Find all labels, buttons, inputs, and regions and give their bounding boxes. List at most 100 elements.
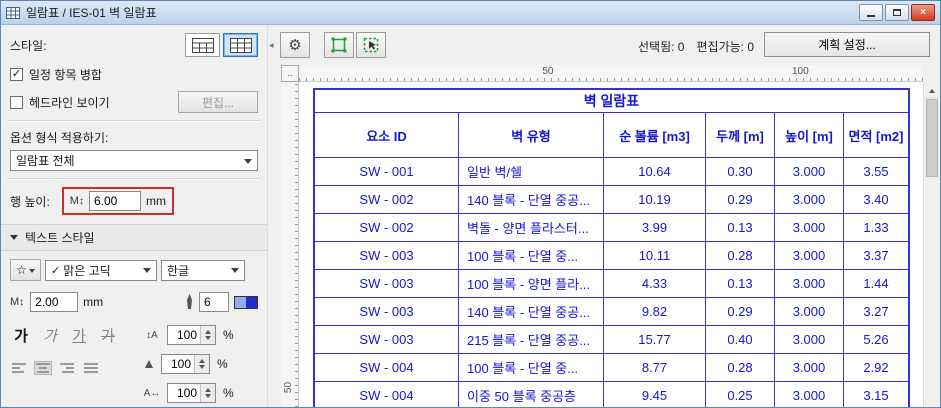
- schedule-canvas[interactable]: 벽 일람표 요소 ID 벽 유형 순 볼륨 [m3] 두께 [m] 높이 [m]…: [299, 82, 923, 407]
- table-cell-element-id[interactable]: SW - 002: [315, 186, 459, 214]
- table-cell-net-volume[interactable]: 4.33: [604, 270, 706, 298]
- table-cell-element-id[interactable]: SW - 004: [315, 354, 459, 382]
- table-cell-net-volume[interactable]: 8.77: [604, 354, 706, 382]
- bold-toggle[interactable]: 가: [10, 325, 32, 346]
- table-cell-height[interactable]: 3.000: [775, 326, 844, 354]
- table-cell-net-volume[interactable]: 10.11: [604, 242, 706, 270]
- minimize-button[interactable]: [859, 4, 883, 21]
- table-cell-height[interactable]: 3.000: [775, 298, 844, 326]
- table-cell-thickness[interactable]: 0.13: [706, 214, 775, 242]
- table-cell-element-id[interactable]: SW - 004: [315, 382, 459, 407]
- maximize-button[interactable]: [885, 4, 909, 21]
- text-style-section-header[interactable]: 텍스트 스타일: [1, 224, 267, 251]
- table-cell-element-id[interactable]: SW - 003: [315, 270, 459, 298]
- align-left-button[interactable]: [10, 361, 28, 375]
- table-cell-thickness[interactable]: 0.25: [706, 382, 775, 407]
- table-cell-thickness[interactable]: 0.29: [706, 298, 775, 326]
- table-cell-element-id[interactable]: SW - 002: [315, 214, 459, 242]
- table-cell-net-volume[interactable]: 10.19: [604, 186, 706, 214]
- settings-gear-button[interactable]: ⚙: [280, 32, 310, 58]
- table-cell-height[interactable]: 3.000: [775, 382, 844, 407]
- column-header-height[interactable]: 높이 [m]: [775, 113, 844, 158]
- table-cell-net-volume[interactable]: 3.99: [604, 214, 706, 242]
- select-elements-button[interactable]: [324, 32, 354, 58]
- font-size-input[interactable]: [30, 292, 79, 312]
- table-cell-wall-type[interactable]: 215 블록 - 단열 중공...: [459, 326, 604, 354]
- plan-settings-button[interactable]: 계획 설정...: [764, 32, 930, 57]
- table-cell-height[interactable]: 3.000: [775, 354, 844, 382]
- script-select[interactable]: 한글: [161, 259, 245, 281]
- merge-uniform-checkbox[interactable]: ✓ 일정 항목 병합: [10, 66, 258, 83]
- table-cell-height[interactable]: 3.000: [775, 242, 844, 270]
- table-cell-area[interactable]: 5.26: [844, 326, 908, 354]
- row-height-input[interactable]: [88, 191, 141, 211]
- table-cell-area[interactable]: 3.15: [844, 382, 908, 407]
- table-cell-area[interactable]: 1.44: [844, 270, 908, 298]
- column-header-wall-type[interactable]: 벽 유형: [459, 113, 604, 158]
- column-header-thickness[interactable]: 두께 [m]: [706, 113, 775, 158]
- font-select[interactable]: ✓ 맑은 고딕: [45, 259, 157, 281]
- vertical-scrollbar[interactable]: [923, 82, 940, 407]
- titlebar[interactable]: 일람표 / IES-01 벽 일람표 ×: [1, 1, 940, 25]
- spin-down-icon[interactable]: [195, 364, 209, 373]
- table-cell-wall-type[interactable]: 140 블록 - 단열 중공...: [459, 186, 604, 214]
- table-cell-wall-type[interactable]: 100 블록 - 단열 중...: [459, 242, 604, 270]
- italic-toggle[interactable]: 가: [39, 325, 61, 346]
- align-right-button[interactable]: [58, 361, 76, 375]
- table-cell-thickness[interactable]: 0.13: [706, 270, 775, 298]
- style-full-grid-button[interactable]: [223, 33, 258, 57]
- table-cell-net-volume[interactable]: 9.45: [604, 382, 706, 407]
- table-cell-net-volume[interactable]: 10.64: [604, 158, 706, 186]
- table-cell-height[interactable]: 3.000: [775, 158, 844, 186]
- style-merged-grid-button[interactable]: [185, 33, 220, 57]
- table-cell-thickness[interactable]: 0.29: [706, 186, 775, 214]
- table-cell-element-id[interactable]: SW - 003: [315, 242, 459, 270]
- align-center-button[interactable]: [34, 361, 52, 375]
- table-cell-net-volume[interactable]: 15.77: [604, 326, 706, 354]
- table-cell-area[interactable]: 3.37: [844, 242, 908, 270]
- favorite-star-button[interactable]: ☆: [10, 259, 41, 281]
- panel-splitter[interactable]: ◂: [267, 25, 276, 407]
- spin-up-icon[interactable]: [195, 355, 209, 364]
- table-cell-area[interactable]: 3.55: [844, 158, 908, 186]
- table-cell-height[interactable]: 3.000: [775, 186, 844, 214]
- table-cell-height[interactable]: 3.000: [775, 214, 844, 242]
- column-header-net-volume[interactable]: 순 볼륨 [m3]: [604, 113, 706, 158]
- table-cell-wall-type[interactable]: 100 블록 - 단열 중...: [459, 354, 604, 382]
- pen-color-swatch[interactable]: [234, 295, 258, 309]
- scrollbar-thumb[interactable]: [926, 99, 938, 177]
- table-cell-thickness[interactable]: 0.28: [706, 354, 775, 382]
- table-cell-wall-type[interactable]: 벽돌 - 양면 플라스터...: [459, 214, 604, 242]
- align-justify-button[interactable]: [82, 361, 100, 375]
- spin-down-icon[interactable]: [201, 393, 215, 402]
- table-cell-wall-type[interactable]: 이중 50 블록 중공층: [459, 382, 604, 407]
- char-width-input[interactable]: [162, 355, 194, 373]
- table-cell-area[interactable]: 2.92: [844, 354, 908, 382]
- column-header-area[interactable]: 면적 [m2]: [844, 113, 908, 158]
- pen-number-input[interactable]: [199, 292, 229, 312]
- close-button[interactable]: ×: [911, 4, 935, 21]
- table-cell-element-id[interactable]: SW - 001: [315, 158, 459, 186]
- ruler-corner-button[interactable]: ..: [281, 65, 299, 82]
- line-spacing-input[interactable]: [168, 326, 200, 344]
- marquee-select-button[interactable]: [356, 32, 386, 58]
- show-headline-checkbox[interactable]: 헤드라인 보이기: [10, 94, 110, 111]
- spin-up-icon[interactable]: [201, 384, 215, 393]
- apply-format-select[interactable]: 일람표 전체: [10, 150, 258, 171]
- table-cell-wall-type[interactable]: 일반 벽/쉘: [459, 158, 604, 186]
- table-cell-height[interactable]: 3.000: [775, 270, 844, 298]
- table-cell-thickness[interactable]: 0.40: [706, 326, 775, 354]
- scroll-up-button[interactable]: [924, 82, 940, 98]
- column-header-element-id[interactable]: 요소 ID: [315, 113, 459, 158]
- table-cell-thickness[interactable]: 0.28: [706, 242, 775, 270]
- underline-toggle[interactable]: 가: [68, 325, 90, 346]
- table-cell-wall-type[interactable]: 140 블록 - 단열 중공...: [459, 298, 604, 326]
- strikethrough-toggle[interactable]: 가: [97, 325, 119, 346]
- edit-button[interactable]: 편집...: [178, 91, 258, 113]
- table-cell-area[interactable]: 3.40: [844, 186, 908, 214]
- table-cell-element-id[interactable]: SW - 003: [315, 326, 459, 354]
- table-cell-wall-type[interactable]: 100 블록 - 양면 플라...: [459, 270, 604, 298]
- spin-up-icon[interactable]: [201, 326, 215, 335]
- table-cell-net-volume[interactable]: 9.82: [604, 298, 706, 326]
- table-cell-area[interactable]: 3.27: [844, 298, 908, 326]
